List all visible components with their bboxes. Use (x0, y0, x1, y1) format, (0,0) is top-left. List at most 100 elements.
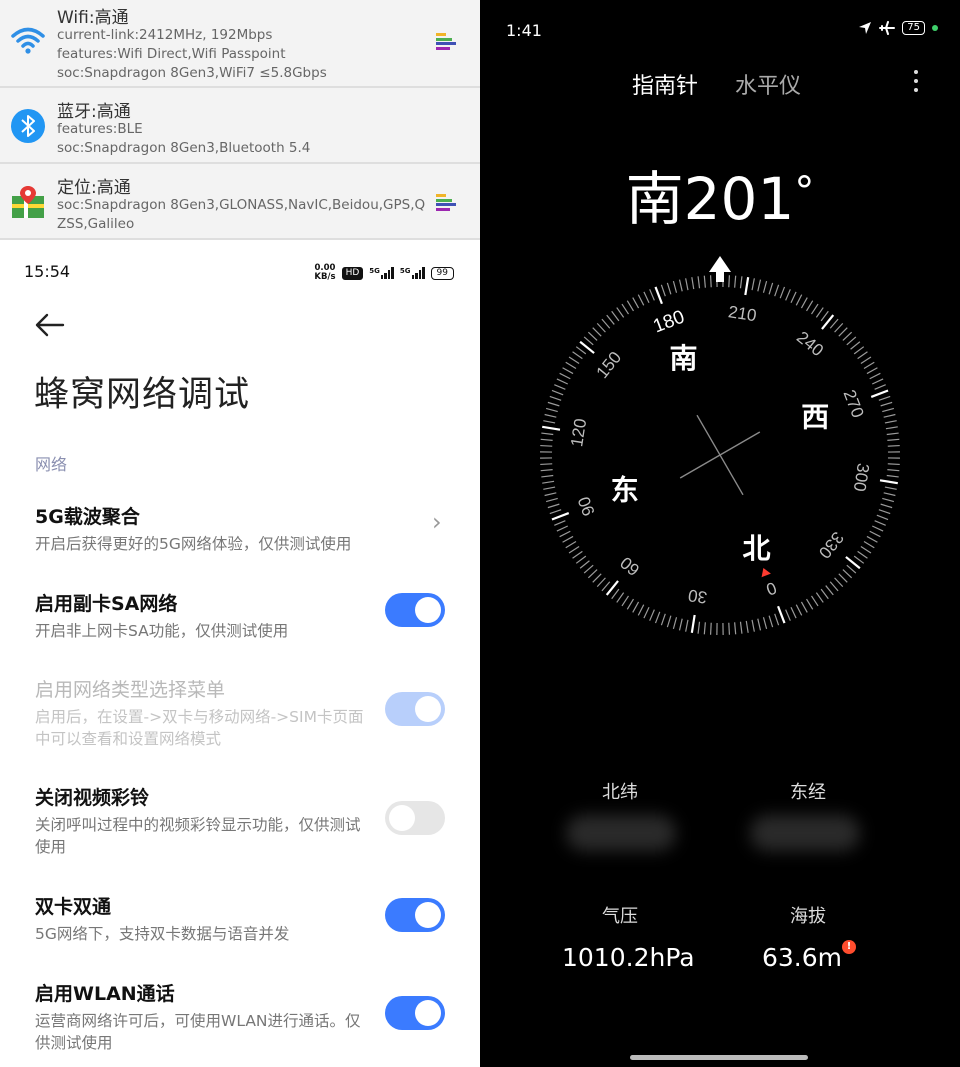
compass-cardinal-label: 南 (669, 342, 697, 375)
compass-tick (795, 604, 803, 616)
heading-degrees: 201 (683, 165, 795, 233)
tab-level[interactable]: 水平仪 (735, 68, 801, 100)
compass-center-crosshair (679, 431, 761, 479)
compass-tick (666, 615, 672, 628)
compass-tick (556, 525, 568, 532)
compass-tick (884, 420, 897, 424)
hd-badge: HD (341, 266, 364, 280)
setting-description: 关闭呼叫过程中的视频彩铃显示功能，仅供测试使用 (35, 816, 361, 856)
tab-compass[interactable]: 指南针 (632, 68, 698, 100)
compass-tick (810, 303, 819, 315)
compass-tick (542, 425, 561, 431)
compass-tick (887, 469, 900, 472)
compass-tick (678, 279, 683, 292)
status-icons: 0.00 KB/s HD 5G 5G 99 (314, 264, 454, 282)
privacy-indicator-icon (932, 25, 938, 31)
compass-tick (806, 598, 814, 610)
compass-tick (739, 621, 743, 634)
compass-tick (549, 509, 562, 515)
compass-tick (887, 444, 900, 447)
compass-tick (545, 407, 558, 413)
compass-degree-label: 270 (840, 387, 868, 420)
compass-tick (880, 401, 893, 407)
compass-tick (572, 550, 583, 559)
compass-tick (774, 613, 780, 626)
compass-tick (544, 492, 557, 497)
compass-tick (838, 327, 848, 337)
compass-tick (654, 286, 663, 305)
compass-tick (745, 620, 749, 633)
compass-tick (596, 577, 606, 588)
setting-5g-carrier-aggregation[interactable]: 5G载波聚合 开启后获得更好的5G网络体验，仅供测试使用 (35, 502, 455, 555)
compass-tick (790, 607, 797, 619)
status-time: 15:54 (24, 262, 71, 281)
compass-tick (834, 322, 844, 333)
home-indicator[interactable] (630, 1055, 808, 1060)
compass-tick (774, 284, 780, 297)
compass-tick (757, 618, 762, 631)
bluetooth-icon (11, 109, 45, 143)
compass-tick (820, 310, 829, 322)
compass-tick (886, 432, 899, 436)
dual-sim-toggle[interactable] (385, 898, 445, 932)
compass-tick (866, 535, 878, 543)
compass-tick (709, 275, 712, 288)
compass-tick (806, 300, 814, 312)
compass-tick (643, 607, 650, 619)
compass-tick (672, 617, 678, 630)
compass-tick (587, 331, 598, 341)
compass-tick (540, 469, 553, 472)
compass-tick (857, 351, 868, 360)
compass-tick (846, 336, 857, 346)
compass-tick (666, 282, 672, 295)
compass-tick (697, 621, 701, 634)
compass-tick (857, 550, 868, 559)
chevron-right-icon[interactable]: › (432, 508, 442, 536)
heading-pointer-icon (709, 256, 731, 282)
compass-tick (815, 307, 824, 318)
back-arrow-icon[interactable] (34, 312, 66, 338)
compass-tick (863, 361, 875, 369)
compass-tick (869, 372, 881, 380)
compass-tick (751, 278, 755, 291)
compass-tick (869, 530, 881, 538)
compass-tick (757, 279, 762, 292)
compass-tick (565, 541, 577, 549)
compass-tick (872, 378, 884, 385)
compass-tick (540, 444, 553, 447)
status-icons: 75 (858, 21, 938, 35)
video-ringback-toggle[interactable] (385, 801, 445, 835)
compass-tick (649, 609, 655, 621)
compass-tick (637, 294, 645, 306)
north-marker-icon (761, 567, 771, 578)
compass-tick (568, 545, 580, 554)
compass-tick (542, 480, 555, 484)
wlan-calling-toggle[interactable] (385, 996, 445, 1030)
compass-degree-label: 240 (793, 328, 827, 361)
compass-tick (777, 605, 786, 624)
compass-tick (551, 389, 564, 396)
sim1-signal-icon: 5G (369, 267, 394, 279)
airplane-icon (879, 21, 896, 35)
compass-tick (592, 327, 602, 337)
compass-tick (703, 622, 706, 635)
setting-description: 开启非上网卡SA功能，仅供测试使用 (35, 622, 289, 640)
compass-tick (572, 351, 583, 360)
compass-tick (887, 463, 900, 466)
compass-tick (678, 618, 683, 631)
compass-tick (768, 615, 774, 628)
degree-symbol: ° (794, 169, 815, 215)
compass-tick (643, 291, 650, 303)
latitude-label: 北纬 (602, 782, 638, 803)
longitude-label: 东经 (790, 782, 826, 803)
compass-tick (739, 276, 743, 289)
wifi-features-line: features:Wifi Direct,Wifi Passpoint (57, 46, 286, 62)
secondary-sa-toggle[interactable] (385, 593, 445, 627)
location-info-card: 定位:高通 soc:Snapdragon 8Gen3,GLONASS,NavIC… (0, 164, 480, 240)
compass-tick (815, 592, 824, 603)
altitude-alert-icon[interactable]: ! (842, 940, 856, 954)
location-map-icon (12, 186, 44, 218)
more-options-icon[interactable] (912, 70, 920, 96)
compass-tick (878, 509, 891, 515)
compass-tick (834, 577, 844, 588)
